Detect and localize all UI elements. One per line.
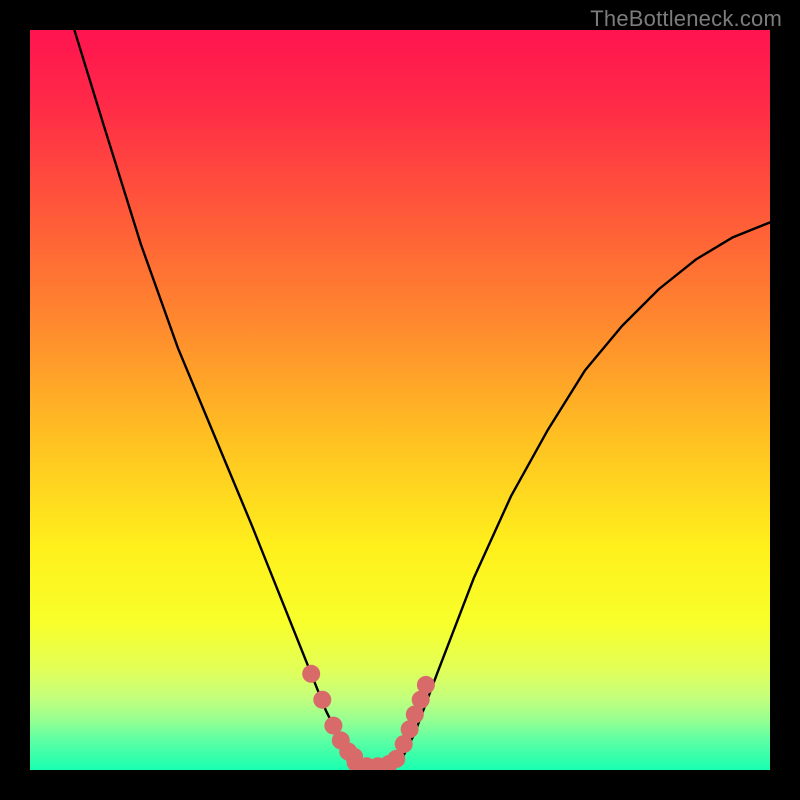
curve-layer xyxy=(30,30,770,770)
highlight-dot xyxy=(302,665,320,683)
highlight-dot xyxy=(313,691,331,709)
highlight-dots-group xyxy=(302,665,435,770)
watermark-label: TheBottleneck.com xyxy=(590,6,782,32)
highlight-dot xyxy=(417,676,435,694)
outer-frame: TheBottleneck.com xyxy=(0,0,800,800)
main-curve xyxy=(74,30,770,770)
plot-area xyxy=(30,30,770,770)
